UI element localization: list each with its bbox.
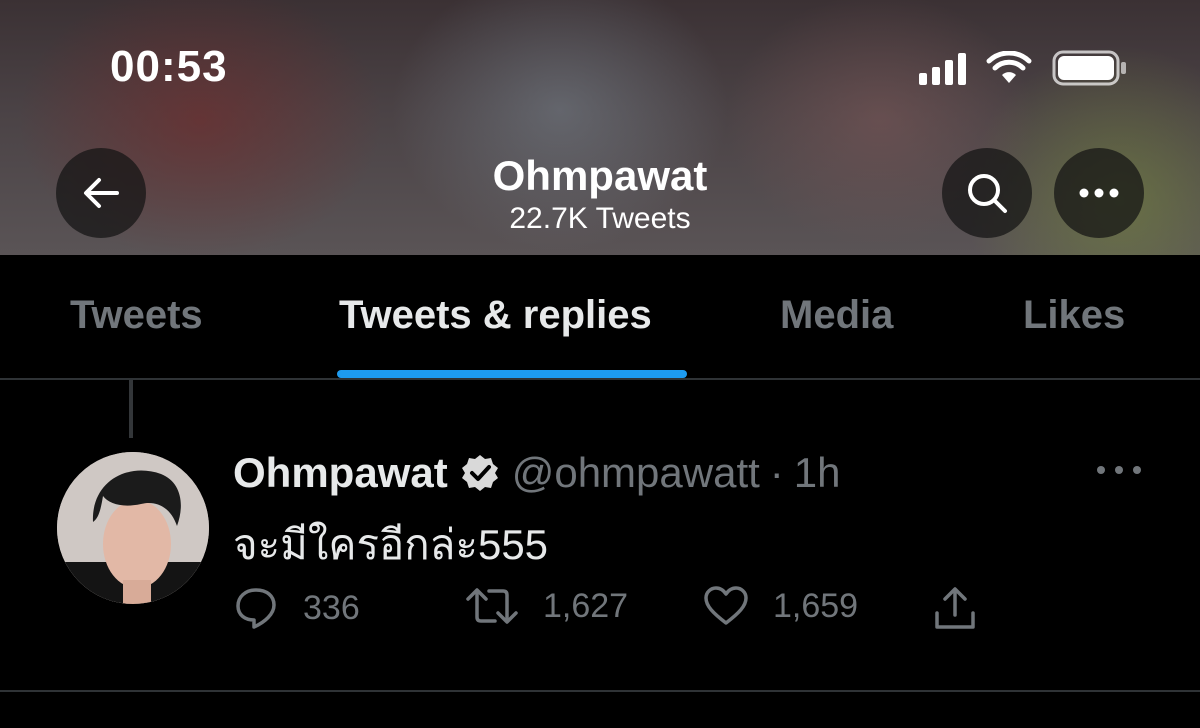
tweet-more-button[interactable] (1097, 455, 1141, 485)
status-bar-icons (919, 50, 1128, 86)
like-count: 1,659 (773, 586, 859, 625)
search-icon (968, 174, 1007, 213)
avatar[interactable] (57, 452, 209, 604)
like-button[interactable]: 1,659 (703, 585, 858, 627)
retweet-icon (466, 588, 518, 624)
thread-connector-line (129, 380, 133, 438)
wifi-icon (986, 51, 1032, 83)
status-bar-time: 00:53 (110, 42, 228, 91)
profile-tabs: Tweets Tweets & replies Media Likes (0, 255, 1200, 380)
tab-media[interactable]: Media (780, 293, 893, 338)
share-icon (935, 587, 975, 629)
avatar-image (57, 452, 209, 604)
reply-count: 336 (303, 588, 360, 627)
active-tab-indicator (337, 370, 687, 378)
cellular-signal-icon (919, 51, 966, 85)
verified-badge-icon (460, 453, 500, 493)
more-horizontal-icon (1079, 188, 1119, 198)
more-options-button[interactable] (1054, 148, 1144, 238)
tab-tweets-and-replies[interactable]: Tweets & replies (339, 293, 652, 338)
share-button[interactable] (933, 585, 977, 631)
retweet-count: 1,627 (543, 586, 629, 625)
more-dot-icon (1097, 466, 1105, 474)
tweet-header: Ohmpawat @ohmpawatt · 1h (233, 449, 841, 497)
heart-icon (704, 586, 748, 625)
tweet-author-name[interactable]: Ohmpawat (233, 449, 448, 497)
reply-button[interactable]: 336 (233, 585, 360, 631)
search-button[interactable] (942, 148, 1032, 238)
tweet-timestamp[interactable]: 1h (794, 449, 841, 497)
more-dot-icon (1115, 466, 1123, 474)
separator-dot: · (769, 449, 784, 496)
tab-tweets[interactable]: Tweets (70, 293, 203, 338)
reply-icon (236, 588, 276, 629)
tab-likes[interactable]: Likes (1023, 293, 1125, 338)
tweet-author-handle[interactable]: @ohmpawatt (512, 449, 760, 497)
tweet-text: จะมีใครอีกล่ะ555 (233, 521, 549, 568)
more-dot-icon (1133, 466, 1141, 474)
retweet-button[interactable]: 1,627 (465, 585, 628, 627)
battery-icon (1052, 50, 1126, 86)
tweet-divider (0, 690, 1200, 692)
